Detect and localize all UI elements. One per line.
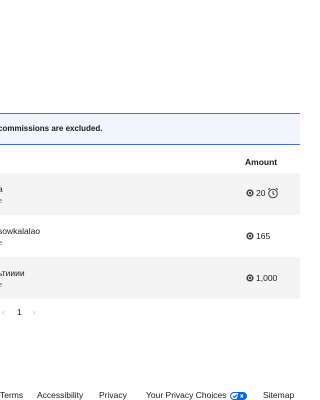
- amount-column-header: Amount: [245, 157, 278, 167]
- coin-icon: [246, 232, 254, 240]
- footer-link-accessibility[interactable]: Accessibility: [37, 390, 83, 400]
- footer-link-sitemap[interactable]: Sitemap: [263, 390, 294, 400]
- row-name: sowkalalao: [0, 226, 41, 236]
- table-row[interactable]: a e 20: [0, 173, 300, 215]
- amount-value: 165: [256, 231, 271, 241]
- alarm-clock-icon[interactable]: [267, 187, 279, 199]
- table-row[interactable]: ьтииии e 1,000: [0, 257, 300, 299]
- footer-link-terms[interactable]: Terms: [0, 390, 23, 400]
- row-amount: 1,000: [246, 273, 277, 283]
- row-amount: 165: [246, 231, 270, 241]
- row-subtext: e: [0, 280, 3, 289]
- row-amount: 20: [246, 187, 279, 199]
- table-row[interactable]: sowkalalao e 165: [0, 215, 300, 257]
- current-page[interactable]: 1: [17, 307, 22, 317]
- row-name: a: [0, 184, 3, 194]
- commission-notice: commissions are excluded.: [0, 113, 300, 145]
- pagination: ‹ 1 ›: [0, 307, 60, 319]
- next-page-button[interactable]: ›: [33, 307, 36, 317]
- notice-text: commissions are excluded.: [0, 124, 103, 133]
- privacy-choices-label: Your Privacy Choices: [146, 390, 227, 400]
- row-subtext: e: [0, 238, 3, 247]
- footer-link-privacy[interactable]: Privacy: [99, 390, 127, 400]
- row-name: ьтииии: [0, 268, 25, 278]
- previous-page-button[interactable]: ‹: [2, 307, 5, 317]
- amount-value: 20: [256, 188, 266, 198]
- table-header: Amount: [0, 150, 300, 173]
- footer-link-privacy-choices[interactable]: Your Privacy Choices: [146, 390, 247, 400]
- coin-icon: [246, 189, 254, 197]
- privacy-choices-icon: [229, 391, 247, 400]
- coin-icon: [246, 274, 254, 282]
- row-subtext: e: [0, 196, 3, 205]
- amount-value: 1,000: [256, 273, 278, 283]
